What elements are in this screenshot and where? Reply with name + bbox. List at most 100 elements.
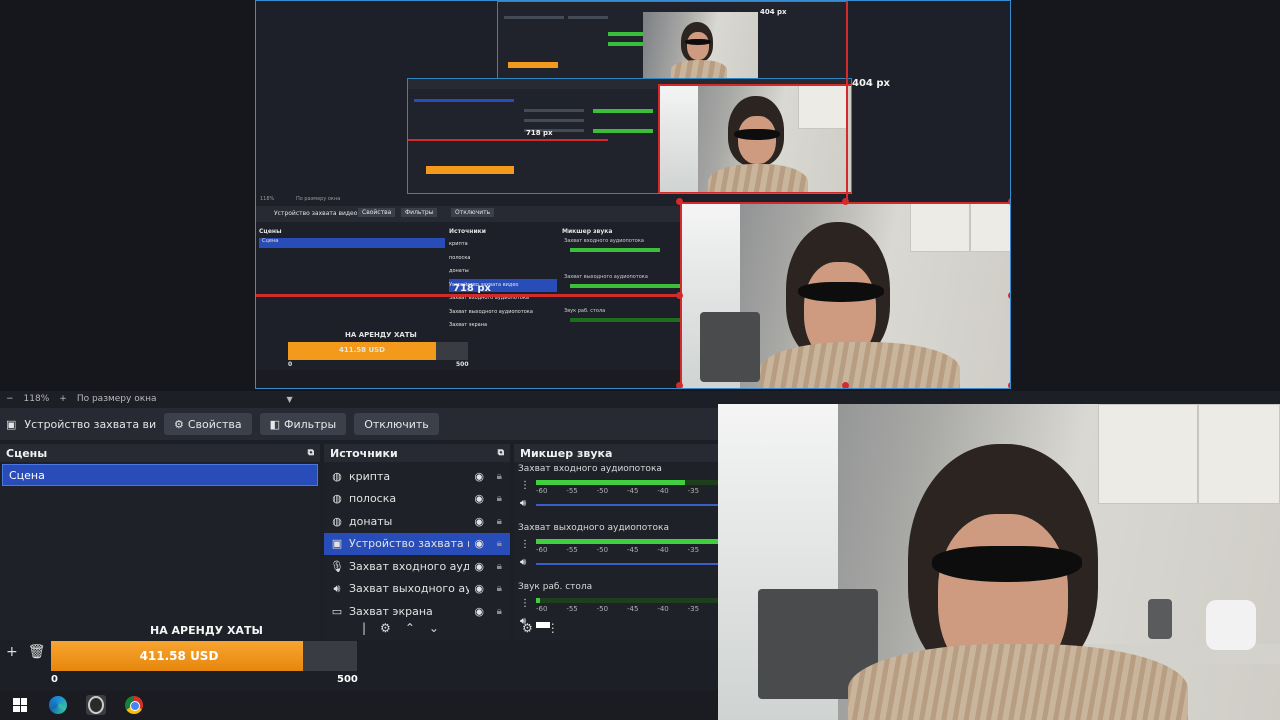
kebab-menu-icon[interactable]: ⋮	[520, 598, 530, 609]
zoom-out-button[interactable]: −	[6, 394, 14, 404]
mini-zoom: 118%	[260, 196, 275, 202]
kebab-menu-icon[interactable]: ⋮	[520, 480, 530, 491]
mixer-menu-icon[interactable]: ⋮	[547, 621, 559, 635]
camera-icon: ▣	[331, 537, 343, 551]
speaker-icon[interactable]: 🔊︎	[520, 557, 526, 568]
donation-max: 500	[337, 674, 358, 685]
selection-box[interactable]	[680, 202, 1010, 388]
windows-start-icon[interactable]	[10, 695, 30, 715]
mini-ch: Захват входного аудиопотока	[564, 238, 644, 244]
sources-dock: Источники ⧉ ◍ крипта ◉ 🔒︎ ◍ полоска ◉ 🔒︎…	[324, 444, 510, 640]
channel-name: Звук раб. стола	[518, 582, 593, 592]
disable-button[interactable]: Отключить	[354, 413, 439, 435]
source-item-audio-output[interactable]: 🔊︎ Захват выходного аудиопотока ◉ 🔒︎	[324, 578, 510, 601]
mini-filters: Фильтры	[401, 208, 438, 217]
resize-handle-tl[interactable]	[676, 198, 683, 205]
source-toolbar: ▣ Устройство захвата видео ⚙ Свойства ◧ …	[0, 408, 718, 440]
mixer-footer: ⚙ ⋮	[514, 616, 718, 640]
resize-handle-tr[interactable]	[1008, 198, 1010, 205]
filters-button[interactable]: ◧ Фильтры	[259, 413, 347, 435]
meter-ticks: -60 -55 -50 -45 -40 -35	[536, 546, 700, 554]
source-item-kripta[interactable]: ◍ крипта ◉ 🔒︎	[324, 465, 510, 488]
eye-icon[interactable]: ◉	[474, 582, 484, 595]
eye-icon[interactable]: ◉	[474, 492, 484, 505]
scenes-list: Сцена	[0, 462, 320, 640]
source-item-audio-input[interactable]: 🎙︎ Захват входного аудиопотока ◉ 🔒︎	[324, 555, 510, 578]
lock-icon[interactable]: 🔒︎	[497, 561, 502, 572]
mini-donate-max: 500	[456, 361, 469, 368]
nested-size-label-tiny: 718 px	[526, 129, 553, 137]
nested-preview-1: 118% По размеру окна Устройство захвата …	[256, 194, 680, 388]
source-label: полоска	[349, 492, 397, 506]
zoom-in-button[interactable]: +	[59, 394, 67, 404]
nested-preview-2: 718 px	[407, 78, 852, 194]
zoom-level: 118%	[23, 394, 50, 404]
gear-icon: ⚙	[174, 417, 184, 431]
eye-icon[interactable]: ◉	[474, 537, 484, 550]
properties-button[interactable]: ⚙ Свойства	[164, 413, 252, 435]
source-properties-gear-icon[interactable]: ⚙	[380, 621, 391, 635]
lock-icon[interactable]: 🔒︎	[497, 516, 502, 527]
resize-handle-b[interactable]	[842, 382, 849, 388]
chrome-icon[interactable]	[124, 695, 144, 715]
volume-meter	[536, 598, 718, 603]
lock-icon[interactable]: 🔒︎	[497, 583, 502, 594]
camera-icon: ▣	[6, 417, 17, 431]
add-scene-icon[interactable]: +	[6, 644, 18, 660]
edge-icon[interactable]	[48, 695, 68, 715]
audio-mixer-dock: Микшер звука Захват входного аудиопотока…	[514, 444, 718, 640]
dock-undock-icon[interactable]: ⧉	[498, 448, 504, 458]
scenes-dock: Сцены ⧉ Сцена	[0, 444, 320, 640]
eye-icon[interactable]: ◉	[474, 515, 484, 528]
kebab-menu-icon[interactable]: ⋮	[520, 539, 530, 550]
meter-ticks: -60 -55 -50 -45 -40 -35	[536, 605, 700, 613]
windows-taskbar	[0, 690, 718, 720]
mini-src: Захват экрана	[449, 322, 488, 328]
resize-handle-r[interactable]	[1008, 292, 1010, 299]
scale-mode-select[interactable]: По размеру окна	[77, 394, 157, 404]
speaker-icon: 🔊︎	[333, 581, 341, 595]
volume-fader[interactable]	[536, 504, 718, 506]
move-down-icon[interactable]: ⌄	[429, 621, 439, 635]
eye-icon[interactable]: ◉	[474, 470, 484, 483]
source-item-video-capture[interactable]: ▣ Устройство захвата видео ◉ 🔒︎	[324, 532, 510, 555]
mini-scenes-title: Сцены	[259, 228, 282, 235]
canvas-frame: 404 px 718 px 404 px 118% По размеру окн…	[255, 0, 1011, 389]
obs-window: 404 px 718 px 404 px 118% По размеру окн…	[0, 0, 1280, 720]
advanced-audio-icon[interactable]: ⚙	[522, 621, 533, 635]
chevron-down-icon[interactable]: ▼	[287, 395, 293, 404]
speaker-icon[interactable]: 🔊︎	[520, 498, 526, 509]
source-item-donaty[interactable]: ◍ донаты ◉ 🔒︎	[324, 510, 510, 533]
mini-disable: Отключить	[451, 208, 495, 217]
donation-progress-bar: 411.58 USD	[51, 641, 357, 671]
properties-label: Свойства	[187, 417, 242, 431]
dock-undock-icon[interactable]: ⧉	[308, 448, 314, 458]
trash-icon[interactable]: 🗑︎	[28, 644, 46, 660]
lock-icon[interactable]: 🔒︎	[497, 538, 502, 549]
filters-label: Фильтры	[284, 417, 337, 431]
volume-fader[interactable]	[536, 563, 718, 565]
nested-webcam-3	[643, 12, 758, 78]
volume-meter	[536, 539, 718, 544]
scenes-title: Сцены	[6, 446, 48, 460]
lock-icon[interactable]: 🔒︎	[497, 471, 502, 482]
globe-icon: ◍	[332, 469, 342, 483]
nested-preview-3: 404 px	[497, 1, 847, 79]
mixer-channel: Захват выходного аудиопотока ⋮ -60 -55 -50…	[514, 521, 718, 580]
move-up-icon[interactable]: ⌃	[405, 621, 415, 635]
channel-name: Захват выходного аудиопотока	[518, 523, 669, 533]
source-item-poloska[interactable]: ◍ полоска ◉ 🔒︎	[324, 488, 510, 511]
obs-icon[interactable]	[86, 695, 106, 715]
scene-item[interactable]: Сцена	[2, 464, 318, 486]
lock-icon[interactable]: 🔒︎	[497, 493, 502, 504]
mini-src: донаты	[449, 268, 469, 274]
preview-area[interactable]: 404 px 718 px 404 px 118% По размеру окн…	[0, 0, 1280, 391]
zoom-bar: − 118% + По размеру окна ▼	[0, 391, 718, 407]
eye-icon[interactable]: ◉	[474, 560, 484, 573]
resize-handle-br[interactable]	[1008, 382, 1010, 388]
microphone-icon: 🎙︎	[330, 559, 344, 573]
remove-source-icon[interactable]: |	[362, 621, 366, 635]
resize-handle-bl[interactable]	[676, 382, 683, 388]
mixer-channels: Захват входного аудиопотока ⋮ -60 -55 -50-…	[514, 462, 718, 640]
sources-title: Источники	[330, 446, 398, 460]
